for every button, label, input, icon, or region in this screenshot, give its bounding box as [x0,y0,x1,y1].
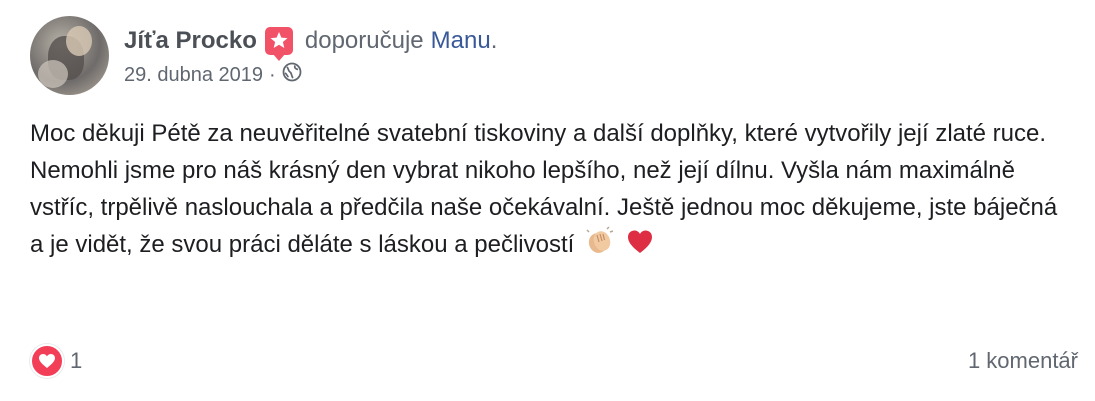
star-icon [264,27,293,61]
recommends-text: doporučuje [304,27,424,54]
post-footer: 1 1 komentář [30,344,1078,378]
post-body: Moc děkuji Pétě za neuvěřitelné svatební… [30,115,1070,267]
header-period: . [490,27,498,54]
reactions-summary[interactable]: 1 [30,344,82,378]
author-name[interactable]: Jíťa Procko [124,27,257,55]
post-header: Jíťa Procko doporučuje Manu. [124,24,498,61]
clapping-hands-emoji [585,226,615,267]
post-text: Moc děkuji Pétě za neuvěřitelné svatební… [30,120,1058,258]
page-link[interactable]: Manu [431,27,491,55]
post-meta: 29. dubna 2019 · [124,62,302,88]
author-avatar[interactable] [30,16,109,95]
globe-icon[interactable] [282,62,302,88]
love-reaction-icon[interactable] [30,344,64,378]
reaction-count[interactable]: 1 [70,348,82,374]
post-date[interactable]: 29. dubna 2019 [124,64,263,87]
meta-separator: · [269,63,276,86]
red-heart-emoji [626,228,654,267]
comments-count[interactable]: 1 komentář [968,348,1078,374]
